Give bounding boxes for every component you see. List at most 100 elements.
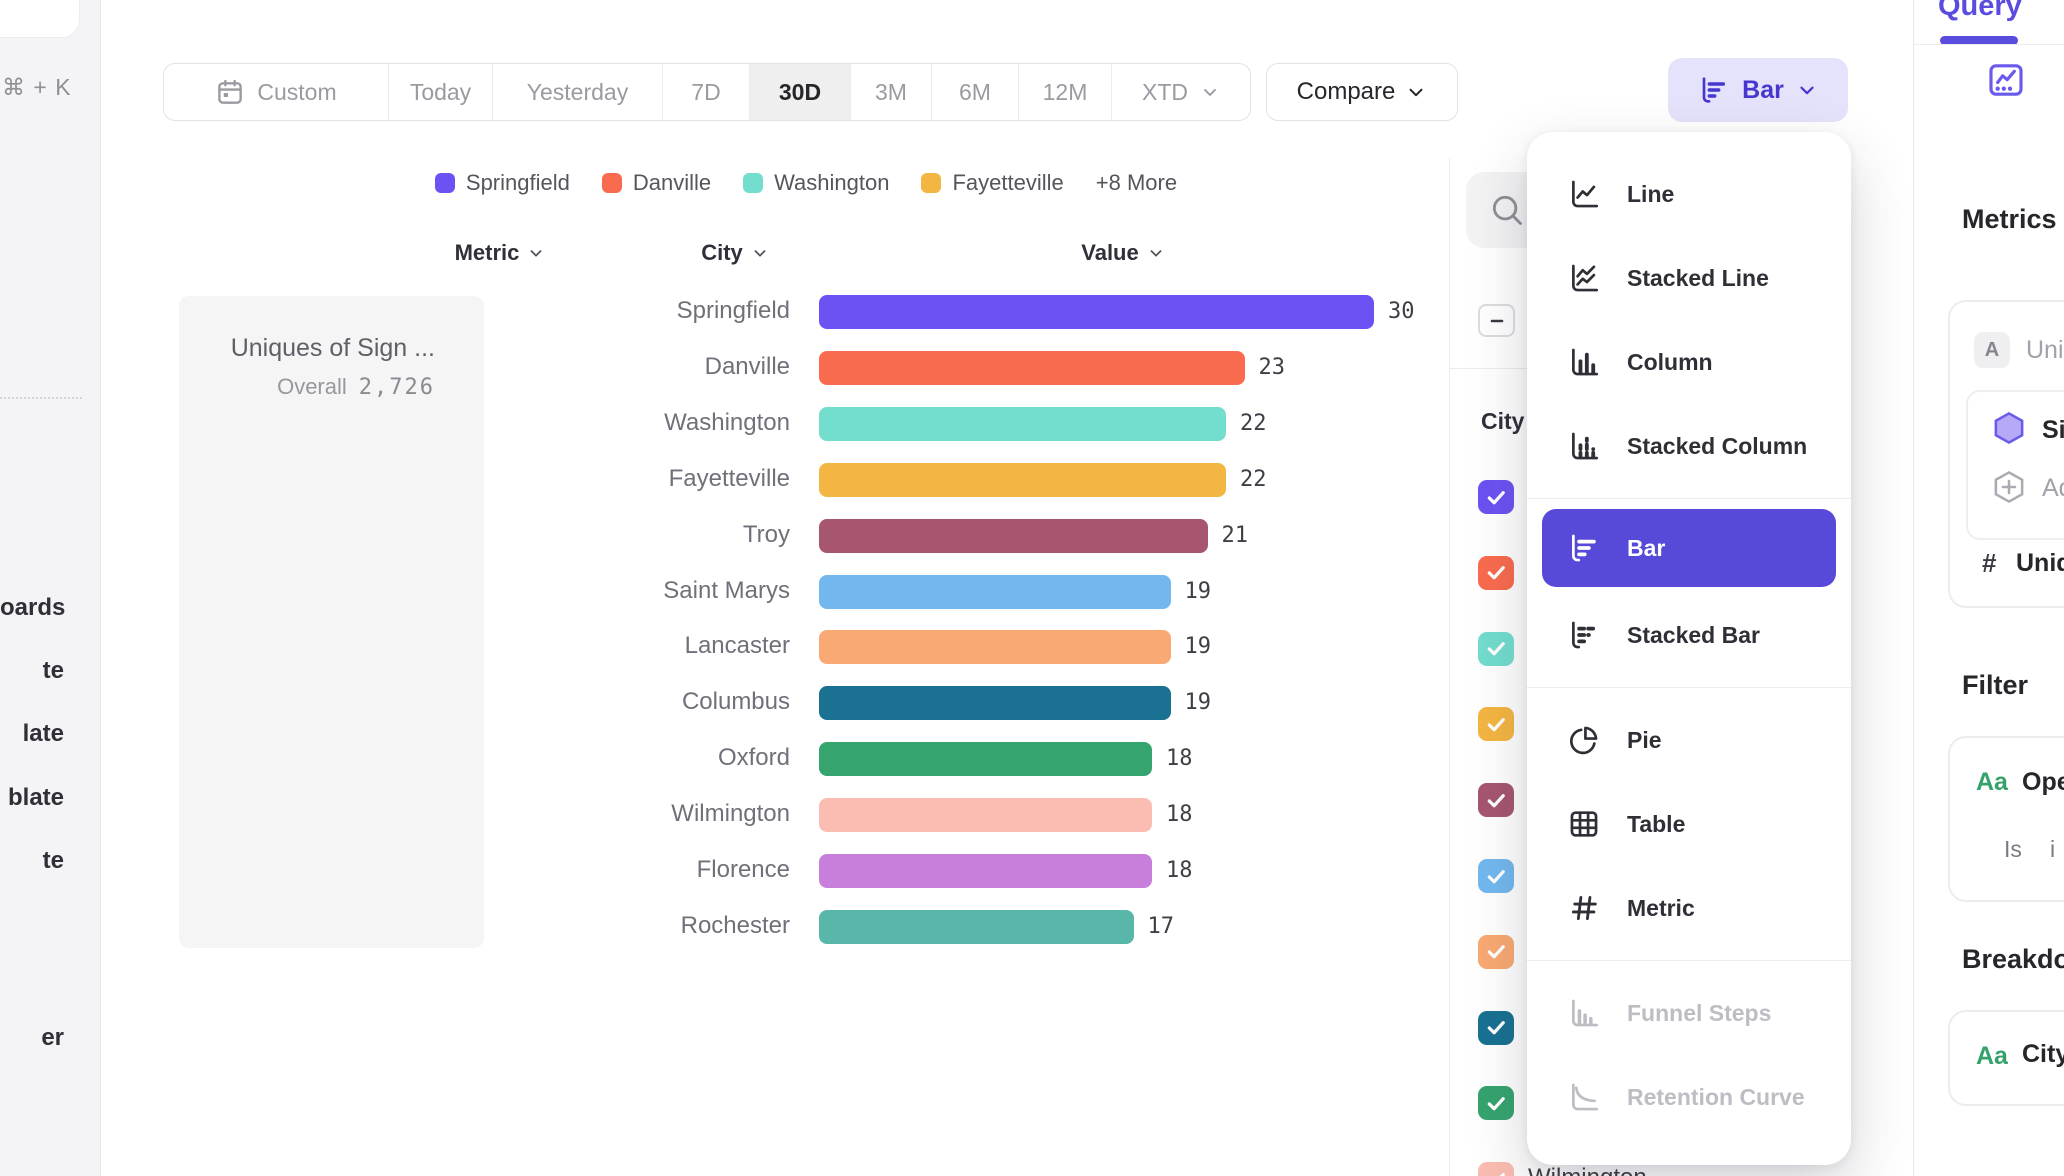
range-3m-button[interactable]: 3M [850,64,931,120]
bar[interactable] [819,798,1152,832]
menu-item-column[interactable]: Column [1527,320,1851,404]
city-checkbox-row [1478,632,1514,666]
menu-item-line[interactable]: Line [1527,152,1851,236]
city-checkbox[interactable] [1478,859,1514,893]
chart-row: Fayetteville 22 [0,452,1449,508]
range-7d-button[interactable]: 7D [662,64,749,120]
city-checkbox-row [1478,1086,1514,1120]
legend-more-button[interactable]: +8 More [1096,170,1177,196]
city-checkbox-row [1478,707,1514,741]
menu-item-retention-curve: Retention Curve [1527,1055,1851,1139]
menu-item-table[interactable]: Table [1527,782,1851,866]
city-label: Wilmington [420,800,790,828]
breakdown-heading: Breakdo [1962,944,2064,975]
city-checkbox[interactable] [1478,935,1514,969]
bar[interactable] [819,854,1152,888]
insights-icon[interactable] [1986,60,2026,100]
check-icon [1485,561,1508,584]
city-column-header[interactable]: City [665,240,805,266]
city-checkbox[interactable] [1478,632,1514,666]
bar[interactable] [819,519,1208,553]
chart-row: Danville 23 [0,340,1449,396]
column-chart-icon [1567,345,1601,379]
menu-item-stacked-column[interactable]: Stacked Column [1527,404,1851,488]
menu-item-bar[interactable]: Bar [1542,509,1836,587]
legend-swatch [602,173,622,193]
bar[interactable] [819,686,1171,720]
city-checkbox[interactable] [1478,1086,1514,1120]
menu-item-stacked-line[interactable]: Stacked Line [1527,236,1851,320]
city-checkbox[interactable] [1478,1162,1514,1176]
range-today-button[interactable]: Today [388,64,492,120]
chevron-down-icon [527,244,545,262]
bar[interactable] [819,295,1374,329]
legend-items: Springfield Danville Washington Fayettev… [435,170,1064,196]
tab-query[interactable]: Query [1938,0,2022,23]
legend-item[interactable]: Springfield [435,170,570,196]
city-checkbox[interactable] [1478,480,1514,514]
city-checkbox[interactable] [1478,783,1514,817]
bar[interactable] [819,407,1226,441]
legend-item[interactable]: Washington [743,170,889,196]
add-event-icon[interactable] [1990,468,2028,506]
chart-row: Springfield 30 [0,284,1449,340]
city-label: Columbus [420,688,790,716]
bar-value: 21 [1222,523,1249,548]
date-range-group: Custom Today Yesterday 7D 30D 3M 6M 12M … [163,63,1251,121]
filter-card[interactable]: Aa Ope Is i [1948,736,2064,902]
bar[interactable] [819,351,1245,385]
select-all-checkbox[interactable] [1478,304,1515,337]
value-column-header[interactable]: Value [1053,240,1193,266]
city-checkbox[interactable] [1478,556,1514,590]
retention-curve-icon [1567,1080,1601,1114]
bar[interactable] [819,575,1171,609]
range-custom-button[interactable]: Custom [164,64,388,120]
bar[interactable] [819,742,1152,776]
menu-divider [1527,687,1851,688]
menu-item-metric[interactable]: Metric [1527,866,1851,950]
chart-row: Lancaster 19 [0,619,1449,675]
city-label: Danville [420,353,790,381]
bar[interactable] [819,910,1134,944]
chevron-down-icon [1200,82,1220,102]
event-picker-card[interactable]: Sig Ad [1966,390,2064,540]
line-chart-icon [1567,177,1601,211]
metric-query-card[interactable]: A Uniq Sig Ad # Uniqu [1948,300,2064,608]
chart-row: Saint Marys 19 [0,564,1449,620]
query-panel-divider [1914,44,2064,45]
range-6m-button[interactable]: 6M [931,64,1018,120]
city-label: Troy [420,521,790,549]
menu-item-stacked-bar[interactable]: Stacked Bar [1527,593,1851,677]
metrics-heading: Metrics [1962,204,2057,235]
panel-divider [1449,158,1450,1176]
filter-value[interactable]: i [2050,836,2055,863]
compare-button[interactable]: Compare [1266,63,1458,121]
table-icon [1567,807,1601,841]
city-label: Lancaster [420,632,790,660]
legend-label: Springfield [466,170,570,196]
menu-item-pie[interactable]: Pie [1527,698,1851,782]
stacked-bar-chart-icon [1567,618,1601,652]
metric-column-header[interactable]: Metric [430,240,570,266]
chart-type-button[interactable]: Bar [1668,58,1848,122]
city-checkbox-row [1478,480,1514,514]
range-yesterday-button[interactable]: Yesterday [492,64,662,120]
measurement-label[interactable]: Uniqu [2016,549,2064,578]
breakdown-card[interactable]: Aa City [1948,1010,2064,1106]
range-12m-button[interactable]: 12M [1018,64,1111,120]
bar[interactable] [819,463,1226,497]
legend-item[interactable]: Danville [602,170,711,196]
city-checkbox[interactable] [1478,1011,1514,1045]
filter-operator[interactable]: Is [2004,836,2022,863]
range-xtd-button[interactable]: XTD [1111,64,1250,120]
range-30d-button[interactable]: 30D [749,64,850,120]
metric-type-label: Uniq [2026,336,2064,365]
bar[interactable] [819,630,1171,664]
legend-item[interactable]: Fayetteville [921,170,1063,196]
city-label: Springfield [420,297,790,325]
city-checkbox-row [1478,859,1514,893]
chart-type-label: Bar [1742,76,1784,105]
chart-row: Washington 22 [0,396,1449,452]
sidebar-item-fragment[interactable]: er [0,1024,64,1052]
city-checkbox[interactable] [1478,707,1514,741]
